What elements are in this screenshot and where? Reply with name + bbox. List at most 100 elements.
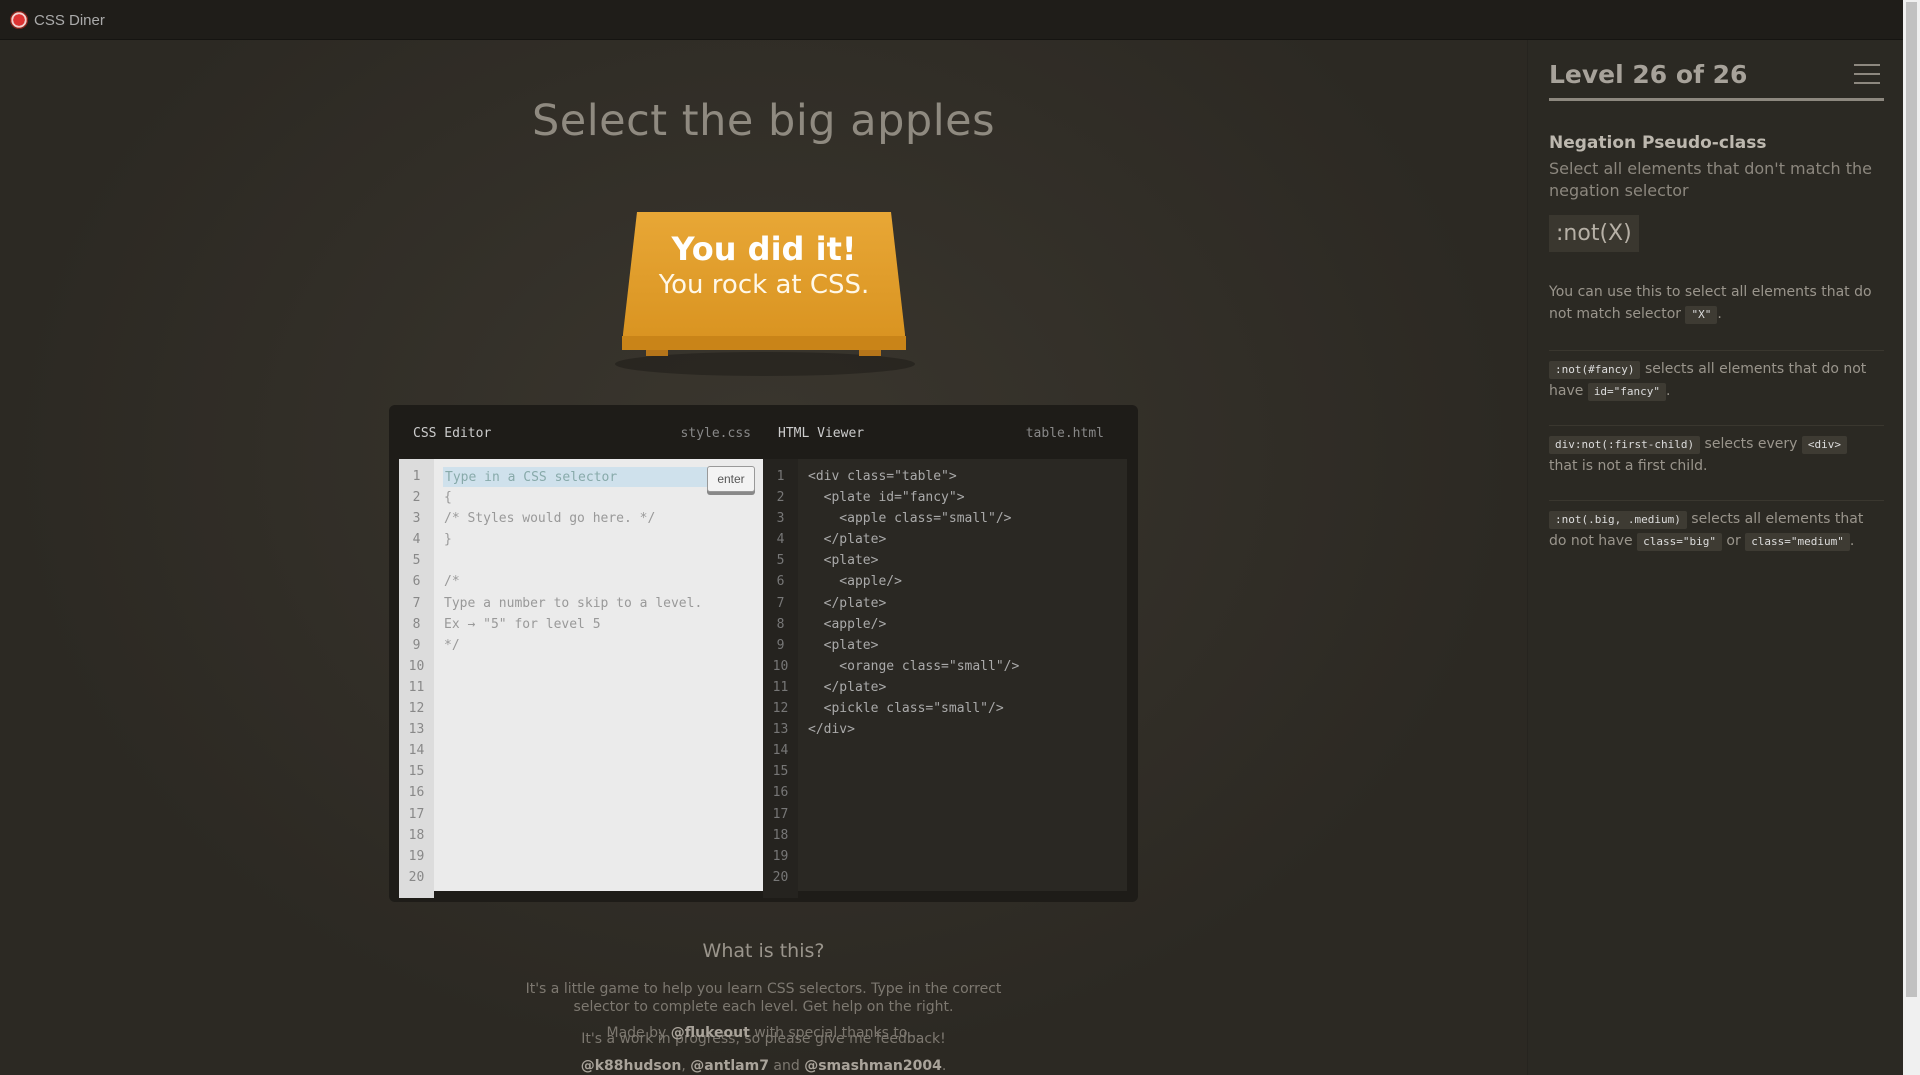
css-line-numbers: 1 2 3 4 5 6 7 8 9 10 11 12 13 14 15 16 17 18 19 20 — [399, 459, 434, 898]
line-number: 17 — [772, 806, 789, 822]
line-number: 4 — [412, 532, 421, 548]
credits-post: with special thanks to... — [754, 1025, 921, 1041]
line-number: 6 — [776, 574, 785, 590]
line-number: 7 — [412, 595, 421, 611]
line-number: 5 — [776, 553, 785, 569]
line-number: 17 — [408, 806, 425, 822]
line-number: 19 — [772, 848, 789, 864]
about-line: It's a little game to help you learn CSS… — [525, 981, 1002, 997]
line-number: 16 — [408, 785, 425, 801]
example-2-tag: div:not(:first-child) — [1549, 436, 1701, 454]
html-code-line: <div class="table"> — [808, 469, 957, 484]
example-3-or: or — [1726, 533, 1741, 549]
thanks-link-3[interactable]: @smashman2004 — [804, 1058, 942, 1074]
line-number: 11 — [772, 679, 789, 695]
app-title: CSS Diner — [34, 11, 105, 29]
example-3: :not(.big, .medium) selects all elements… — [1549, 511, 1864, 551]
win-message-subtitle: You rock at CSS. — [658, 270, 870, 300]
html-code-line: </plate> — [808, 532, 887, 548]
about-line: selector to complete each level. Get hel… — [573, 999, 954, 1015]
line-number: 3 — [412, 511, 421, 527]
html-code-line: </div> — [808, 722, 855, 738]
thanks-link-2[interactable]: @antlam7 — [690, 1058, 769, 1074]
scrollbar-thumb[interactable] — [1906, 2, 1917, 997]
css-code-line — [444, 550, 755, 571]
example-3-tag2: class="big" — [1637, 533, 1722, 551]
line-number: 13 — [408, 722, 425, 738]
table-leg-right — [859, 350, 881, 356]
line-number: 19 — [408, 848, 425, 864]
css-selector-input[interactable] — [443, 467, 709, 487]
example-3-tag3: class="medium" — [1745, 533, 1850, 551]
level-progress — [1549, 98, 1884, 101]
line-number: 12 — [408, 701, 425, 717]
logo-icon — [10, 11, 28, 29]
line-number: 20 — [772, 869, 789, 885]
top-bar: CSS Diner — [0, 0, 1920, 40]
selector-name: Negation Pseudo-class — [1549, 133, 1767, 153]
line-number: 10 — [408, 658, 425, 674]
line-number: 12 — [772, 701, 789, 717]
game-area: Select the big apples You did it! You ro… — [0, 40, 1527, 1075]
line-number: 18 — [408, 827, 425, 843]
css-code-line: } — [444, 532, 452, 548]
html-line-numbers: 1 2 3 4 5 6 7 8 9 10 11 12 13 14 15 16 17 18 19 20 — [763, 459, 798, 898]
html-code-line: <pickle class="small"/> — [808, 701, 1004, 717]
divider — [1549, 350, 1884, 351]
enter-button[interactable]: enter — [707, 466, 755, 492]
selector-syntax: :not(X) — [1549, 215, 1639, 252]
selector-hint: You can use this to select all elements … — [1549, 284, 1872, 324]
line-number: 7 — [776, 595, 785, 611]
css-file-name: style.css — [680, 426, 751, 441]
html-code-line: <plate id="fancy"> — [808, 490, 965, 506]
line-number: 11 — [408, 679, 425, 695]
css-editor-header: CSS Editor style.css — [413, 418, 763, 450]
line-number: 1 — [412, 469, 421, 484]
html-code-line: <plate> — [808, 553, 879, 569]
css-code-line: /* Styles would go here. */ — [444, 511, 656, 527]
line-number: 15 — [408, 764, 425, 780]
logo[interactable]: CSS Diner — [10, 11, 105, 29]
line-number: 8 — [412, 616, 421, 632]
line-number: 6 — [412, 574, 421, 590]
thanks-link-1[interactable]: @k88hudson — [581, 1058, 682, 1074]
level-indicator: Level 26 of 26 — [1549, 60, 1748, 89]
example-1-tag2: id="fancy" — [1587, 383, 1667, 401]
credits-pre: Made by — [606, 1025, 667, 1041]
html-viewer-pane: 1 2 3 4 5 6 7 8 9 10 11 12 13 14 15 16 17 18 19 20 <div cla… — [763, 459, 1127, 898]
example-2-text2: that is not a first child. — [1549, 458, 1708, 474]
hamburger-menu-icon[interactable] — [1854, 64, 1880, 86]
line-number: 15 — [772, 764, 789, 780]
line-number: 4 — [776, 532, 785, 548]
html-code-line: <plate> — [808, 637, 879, 653]
level-instruction: Select the big apples — [531, 96, 995, 146]
example-2: div:not(:first-child) selects every <div… — [1549, 433, 1879, 477]
table-edge — [622, 336, 906, 350]
html-code-line: </plate> — [808, 679, 887, 695]
example-1-tag: :not(#fancy) — [1549, 361, 1641, 379]
html-file-name: table.html — [1025, 426, 1104, 441]
example-2-text: selects every — [1704, 436, 1798, 452]
hint-tag: "X" — [1685, 306, 1718, 324]
example-2-tag2: <div> — [1801, 436, 1848, 454]
scrollbar[interactable] — [1903, 0, 1920, 1075]
divider — [1549, 500, 1884, 501]
css-code-line: Type a number to skip to a level. — [444, 595, 703, 611]
example-3-tag: :not(.big, .medium) — [1549, 511, 1687, 529]
html-code-line: <apple class="small"/> — [808, 511, 1012, 527]
line-number: 14 — [408, 743, 425, 759]
html-code-line: <orange class="small"/> — [808, 658, 1020, 674]
table-leg-left — [646, 350, 668, 356]
line-number: 9 — [412, 637, 421, 653]
line-number: 2 — [776, 490, 785, 506]
line-number: 1 — [776, 469, 785, 484]
line-number: 20 — [408, 869, 425, 885]
line-number: 10 — [772, 658, 789, 674]
help-sidebar: Level 26 of 26 Negation Pseudo-class Sel… — [1527, 40, 1904, 1075]
divider — [1549, 425, 1884, 426]
html-viewer-title: HTML Viewer — [778, 426, 865, 441]
author-link[interactable]: @flukeout — [671, 1025, 750, 1041]
html-code-line: <apple/> — [808, 574, 902, 590]
about-paragraph: It's a little game to help you learn CSS… — [0, 980, 1527, 1016]
html-code-line: <apple/> — [808, 616, 887, 632]
